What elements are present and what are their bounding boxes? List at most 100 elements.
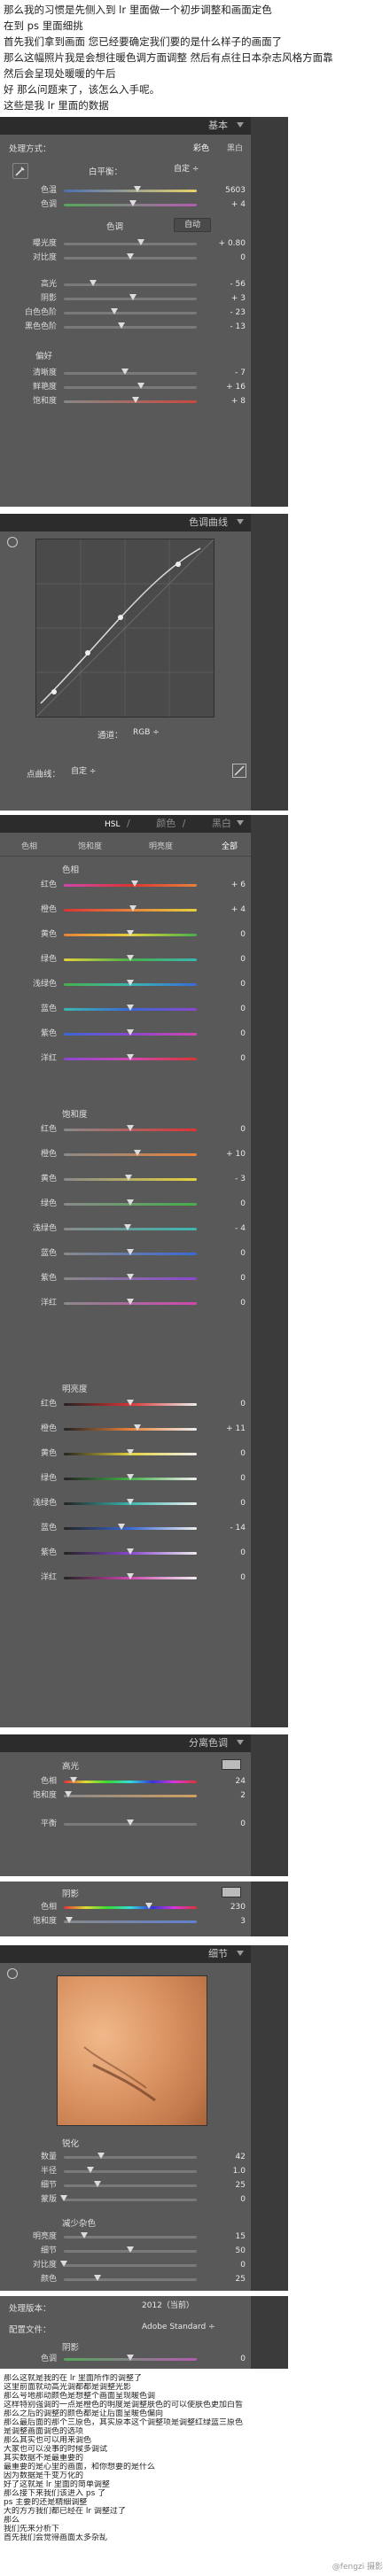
auto-button[interactable]: 自动 <box>174 218 211 232</box>
hsl-lum-row[interactable]: 浅绿色 0 <box>0 1497 251 1510</box>
hsl-sat-thumb[interactable] <box>127 1125 134 1131</box>
exposure-slider-row[interactable]: 曝光度 + 0.80 <box>0 237 251 251</box>
whites-thumb[interactable] <box>111 308 118 314</box>
detail-target-icon[interactable] <box>7 1968 18 1979</box>
vibrance-slider-row[interactable]: 鲜艳度 + 16 <box>0 381 251 394</box>
hsl-lum-row[interactable]: 洋红 0 <box>0 1571 251 1585</box>
sharpen-masking-track[interactable] <box>60 2195 197 2201</box>
hsl-sat-value[interactable]: 0 <box>207 1123 246 1137</box>
hsl-lum-row[interactable]: 黄色 0 <box>0 1447 251 1461</box>
hsl-hue-track[interactable] <box>64 930 197 936</box>
tab-hsl[interactable]: HSL <box>105 820 124 829</box>
split-balance-row[interactable]: 平衡 0 <box>0 1818 251 1831</box>
hsl-sat-value[interactable]: - 4 <box>207 1222 246 1236</box>
split-hl-sat-value[interactable]: 2 <box>207 1789 246 1803</box>
exposure-thumb[interactable] <box>137 239 144 245</box>
tint-slider-row[interactable]: 色调 + 4 <box>0 198 251 212</box>
hsl-sat-track[interactable] <box>64 1274 197 1280</box>
hsl-sat-thumb[interactable] <box>127 1199 134 1206</box>
hsl-sat-thumb[interactable] <box>133 1150 141 1156</box>
split-hl-hue-row[interactable]: 色相 24 <box>0 1775 251 1788</box>
highlights-track[interactable] <box>64 280 197 286</box>
nr-contrast-track[interactable] <box>60 2261 197 2267</box>
curve-target-icon[interactable] <box>7 537 18 547</box>
split-sh-sat-track[interactable] <box>64 1917 197 1923</box>
vibrance-value[interactable]: + 16 <box>207 381 246 394</box>
vibrance-thumb[interactable] <box>137 383 144 389</box>
split-sh-hue-value[interactable]: 230 <box>207 1901 246 1914</box>
hsl-lum-track[interactable] <box>64 1524 197 1530</box>
hsl-sat-value[interactable]: + 10 <box>207 1148 246 1161</box>
blacks-value[interactable]: - 13 <box>207 321 246 334</box>
hsl-lum-value[interactable]: 0 <box>207 1497 246 1510</box>
hsl-hue-thumb[interactable] <box>127 1005 134 1011</box>
nr-lum-thumb[interactable] <box>80 2232 88 2238</box>
nr-color-thumb[interactable] <box>93 2275 101 2281</box>
split-balance-value[interactable]: 0 <box>207 1818 246 1831</box>
nr-detail-value[interactable]: 50 <box>207 2245 246 2258</box>
hsl-hue-track[interactable] <box>64 905 197 912</box>
hsl-lum-row[interactable]: 蓝色 - 14 <box>0 1522 251 1535</box>
sharpen-detail-value[interactable]: 25 <box>207 2179 246 2192</box>
hsl-hue-thumb[interactable] <box>130 881 138 887</box>
hsl-sat-track[interactable] <box>64 1150 197 1156</box>
hsl-lum-row[interactable]: 橙色 + 11 <box>0 1423 251 1436</box>
hsl-sat-value[interactable]: 0 <box>207 1247 246 1261</box>
hsl-hue-row[interactable]: 蓝色 0 <box>0 1003 251 1016</box>
hsl-lum-value[interactable]: 0 <box>207 1571 246 1585</box>
shadows-track[interactable] <box>64 294 197 300</box>
exposure-track[interactable] <box>64 239 197 245</box>
hsl-sat-row[interactable]: 橙色 + 10 <box>0 1148 251 1161</box>
hsl-lum-value[interactable]: 0 <box>207 1547 246 1560</box>
hsl-hue-track[interactable] <box>64 1005 197 1011</box>
hsl-lum-track[interactable] <box>64 1548 197 1555</box>
collapse-triangle-icon[interactable] <box>237 1951 244 1956</box>
subtab-all[interactable]: 全部 <box>222 840 238 851</box>
nr-lum-row[interactable]: 明亮度 15 <box>0 2231 251 2244</box>
collapse-triangle-icon[interactable] <box>237 122 244 128</box>
split-hl-hue-value[interactable]: 24 <box>207 1775 246 1788</box>
bw-treatment-button[interactable]: 黑白 <box>227 142 243 153</box>
sharpen-radius-track[interactable] <box>64 2167 197 2173</box>
hsl-hue-row[interactable]: 浅绿色 0 <box>0 978 251 991</box>
hsl-hue-value[interactable]: 0 <box>207 978 246 991</box>
hsl-sat-row[interactable]: 黄色 - 3 <box>0 1173 251 1186</box>
edit-point-curve-icon[interactable] <box>232 764 246 778</box>
highlights-thumb[interactable] <box>90 280 97 286</box>
whites-value[interactable]: - 23 <box>207 306 246 320</box>
hsl-lum-value[interactable]: + 11 <box>207 1423 246 1436</box>
vibrance-track[interactable] <box>64 383 197 389</box>
temp-value[interactable]: 5603 <box>207 184 246 198</box>
hsl-lum-track[interactable] <box>64 1400 197 1406</box>
hsl-lum-value[interactable]: - 14 <box>207 1522 246 1535</box>
split-hl-sat-track[interactable] <box>64 1791 197 1797</box>
hsl-hue-thumb[interactable] <box>127 955 134 961</box>
hsl-hue-value[interactable]: + 6 <box>207 879 246 892</box>
saturation-value[interactable]: + 8 <box>207 395 246 408</box>
hsl-lum-track[interactable] <box>64 1499 197 1505</box>
hsl-sat-row[interactable]: 绿色 0 <box>0 1198 251 1211</box>
hsl-hue-thumb[interactable] <box>127 980 134 986</box>
split-balance-track[interactable] <box>64 1819 197 1826</box>
hsl-lum-value[interactable]: 0 <box>207 1472 246 1486</box>
split-sh-sat-thumb[interactable] <box>66 1917 73 1923</box>
hsl-lum-row[interactable]: 紫色 0 <box>0 1547 251 1560</box>
temp-track[interactable] <box>64 186 197 192</box>
calib-shadows-tint-track[interactable] <box>64 2355 197 2361</box>
hsl-lum-row[interactable]: 红色 0 <box>0 1398 251 1411</box>
clarity-thumb[interactable] <box>121 369 129 375</box>
hsl-lum-row[interactable]: 绿色 0 <box>0 1472 251 1486</box>
sharpen-masking-thumb[interactable] <box>60 2195 67 2201</box>
hsl-lum-thumb[interactable] <box>134 1424 142 1431</box>
sharpen-amount-value[interactable]: 42 <box>207 2151 246 2164</box>
hsl-sat-track[interactable] <box>64 1299 197 1305</box>
hsl-hue-value[interactable]: 0 <box>207 928 246 942</box>
hsl-hue-value[interactable]: 0 <box>207 953 246 966</box>
hsl-sat-value[interactable]: 0 <box>207 1272 246 1285</box>
hsl-hue-value[interactable]: 0 <box>207 1028 246 1041</box>
tint-track[interactable] <box>64 200 197 206</box>
hsl-sat-value[interactable]: 0 <box>207 1297 246 1310</box>
hsl-hue-value[interactable]: 0 <box>207 1052 246 1066</box>
hsl-hue-track[interactable] <box>64 955 197 961</box>
hsl-hue-row[interactable]: 黄色 0 <box>0 928 251 942</box>
